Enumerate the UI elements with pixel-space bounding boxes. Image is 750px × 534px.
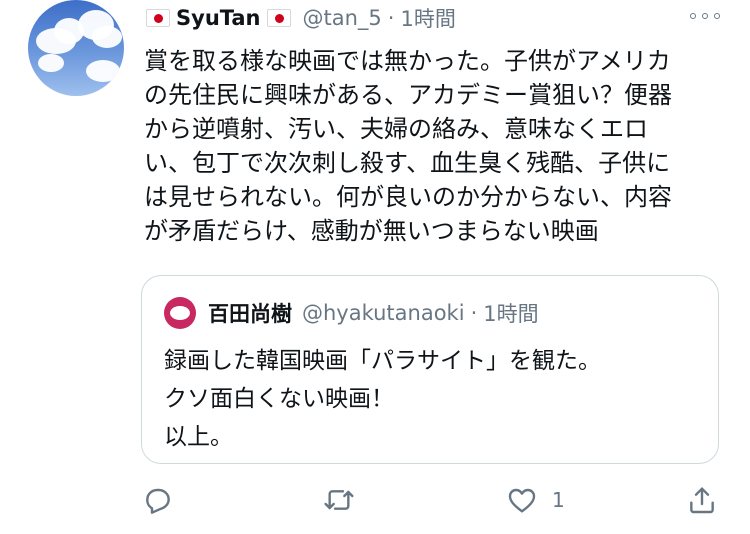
- retweet-button[interactable]: [322, 484, 356, 516]
- quoted-user-handle: @hyakutanaoki: [302, 301, 465, 325]
- quoted-separator-dot: ·: [470, 301, 478, 325]
- user-handle[interactable]: @tan_5: [303, 6, 382, 30]
- tweet-text-line: の先住民に興味がある、アカデミー賞狙い？便器: [144, 81, 672, 109]
- japan-flag-icon: [266, 9, 291, 27]
- tweet-text-line: は見せられない。何が良いのか分からない、内容: [144, 183, 672, 211]
- more-horizontal-icon[interactable]: [690, 8, 720, 24]
- like-button[interactable]: 1: [506, 484, 565, 516]
- tweet-actions: 1: [0, 478, 750, 528]
- retweet-icon: [324, 490, 354, 510]
- reply-button[interactable]: [142, 484, 174, 516]
- share-button[interactable]: [686, 484, 718, 516]
- separator-dot: ·: [387, 6, 395, 30]
- quoted-text-line: クソ面白くない映画！: [164, 386, 394, 412]
- quoted-text-line: 録画した韓国映画「パラサイト」を観た。: [164, 348, 601, 374]
- japan-flag-icon: [146, 9, 170, 27]
- quoted-timestamp: 1時間: [483, 302, 539, 326]
- reply-icon: [146, 488, 170, 514]
- tweet-text: 賞を取る様な映画では無かった。子供がアメリカ の先住民に興味がある、アカデミー賞…: [144, 44, 734, 248]
- quoted-tweet-text: 録画した韓国映画「パラサイト」を観た。 クソ面白くない映画！ 以上。: [164, 342, 601, 456]
- quoted-tweet-card[interactable]: 百田尚樹 @hyakutanaoki · 1時間 録画した韓国映画「パラサイト」…: [141, 275, 719, 464]
- like-count: 1: [552, 488, 565, 512]
- quoted-text-line: 以上。: [164, 424, 233, 450]
- timestamp[interactable]: 1時間: [400, 3, 455, 33]
- tweet-text-line: から逆噴射、汚い、夫婦の絡み、意味なくエロ: [144, 115, 648, 143]
- tweet-text-line: 賞を取る様な映画では無かった。子供がアメリカ: [144, 47, 671, 75]
- share-icon: [690, 487, 714, 514]
- display-name[interactable]: SyuTan: [176, 6, 261, 30]
- tweet-header: SyuTan @tan_5 · 1時間: [146, 2, 456, 34]
- avatar[interactable]: [28, 0, 124, 96]
- quoted-avatar: [164, 297, 196, 329]
- quoted-display-name: 百田尚樹: [208, 302, 292, 326]
- quoted-tweet-header: 百田尚樹 @hyakutanaoki · 1時間: [164, 297, 539, 329]
- heart-icon: [508, 488, 536, 513]
- tweet-text-line: い、包丁で次次刺し殺す、血生臭く残酷、子供に: [144, 149, 671, 177]
- tweet-text-line: が矛盾だらけ、感動が無いつまらない映画: [144, 217, 599, 245]
